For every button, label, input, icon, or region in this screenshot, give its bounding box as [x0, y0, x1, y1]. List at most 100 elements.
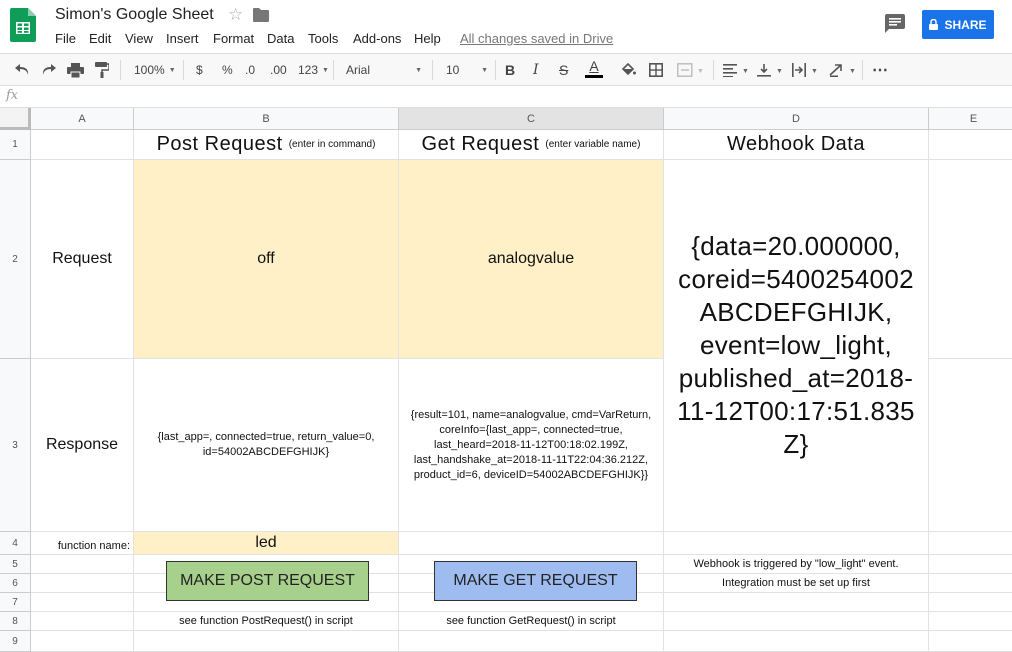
column-header-c[interactable]: C [399, 108, 664, 130]
sheets-logo-icon[interactable] [10, 8, 36, 42]
menu-help[interactable]: Help [414, 31, 441, 46]
formula-input[interactable] [28, 87, 1008, 106]
make-get-request-button[interactable]: MAKE GET REQUEST [434, 561, 637, 601]
cell-a9[interactable] [31, 631, 134, 652]
row-header-7[interactable]: 7 [0, 593, 31, 612]
zoom-select[interactable]: 100% ▼ [134, 61, 176, 79]
cell-d5[interactable]: Webhook is triggered by "low_light" even… [664, 555, 929, 574]
cell-b1[interactable]: Post Request (enter in command) [134, 130, 399, 160]
cell-e5[interactable] [929, 555, 1012, 574]
folder-icon[interactable] [253, 8, 269, 22]
menu-insert[interactable]: Insert [166, 31, 199, 46]
menu-view[interactable]: View [125, 31, 153, 46]
row-header-3[interactable]: 3 [0, 359, 31, 532]
cell-d6[interactable]: Integration must be set up first [664, 574, 929, 593]
merge-cells-icon[interactable]: ▼ [677, 61, 703, 79]
cell-d7[interactable] [664, 593, 929, 612]
comments-icon[interactable] [885, 14, 905, 33]
row-header-2[interactable]: 2 [0, 160, 31, 359]
text-rotation-icon[interactable]: ▼ [828, 61, 856, 79]
cell-c3[interactable]: {result=101, name=analogvalue, cmd=VarRe… [399, 359, 664, 532]
borders-icon[interactable] [649, 61, 663, 79]
cell-a2[interactable]: Request [31, 160, 134, 359]
cell-c8[interactable]: see function GetRequest() in script [399, 612, 664, 631]
cell-c9[interactable] [399, 631, 664, 652]
cell-c2[interactable]: analogvalue [399, 160, 664, 359]
menu-addons[interactable]: Add-ons [353, 31, 401, 46]
bold-button[interactable]: B [505, 61, 515, 79]
currency-format-button[interactable]: $ [196, 61, 203, 79]
share-button[interactable]: SHARE [922, 10, 994, 39]
text-color-button[interactable]: A [584, 58, 604, 82]
cell-c4[interactable] [399, 532, 664, 555]
row-header-8[interactable]: 8 [0, 612, 31, 631]
cell-d1[interactable]: Webhook Data [664, 130, 929, 160]
column-header-a[interactable]: A [31, 108, 134, 130]
star-icon[interactable]: ☆ [228, 5, 243, 25]
menu-file[interactable]: File [55, 31, 76, 46]
fill-color-icon[interactable] [620, 61, 636, 79]
decrease-decimal-button[interactable]: .0 [245, 61, 255, 79]
row-header-6[interactable]: 6 [0, 574, 31, 593]
row-header-1[interactable]: 1 [0, 130, 31, 160]
cell-b2[interactable]: off [134, 160, 399, 359]
cell-e1[interactable] [929, 130, 1012, 160]
cell-e3[interactable] [929, 359, 1012, 532]
align-vertical-icon[interactable]: ▼ [757, 61, 783, 79]
menu-tools[interactable]: Tools [308, 31, 338, 46]
more-formats-select[interactable]: 123 ▼ [298, 61, 329, 79]
cell-b9[interactable] [134, 631, 399, 652]
menu-edit[interactable]: Edit [89, 31, 111, 46]
cell-a1[interactable] [31, 130, 134, 160]
cell-a4[interactable]: function name: [31, 532, 134, 555]
strikethrough-button[interactable]: S [559, 61, 568, 79]
column-header-d[interactable]: D [664, 108, 929, 130]
row-header-5[interactable]: 5 [0, 555, 31, 574]
column-header-e[interactable]: E [929, 108, 1012, 130]
cell-e4[interactable] [929, 532, 1012, 555]
cell-e9[interactable] [929, 631, 1012, 652]
column-header-b[interactable]: B [134, 108, 399, 130]
italic-button[interactable]: I [533, 61, 539, 79]
paint-format-icon[interactable] [95, 61, 109, 79]
cell-e8[interactable] [929, 612, 1012, 631]
cell-d4[interactable] [664, 532, 929, 555]
cell-e6[interactable] [929, 574, 1012, 593]
undo-icon[interactable] [14, 61, 30, 79]
cell-d9[interactable] [664, 631, 929, 652]
cell-a6[interactable] [31, 574, 134, 593]
percent-format-button[interactable]: % [222, 61, 233, 79]
increase-decimal-button[interactable]: .00 [270, 61, 287, 79]
text-wrap-icon[interactable]: ▼ [792, 61, 818, 79]
print-icon[interactable] [67, 61, 84, 79]
menu-format[interactable]: Format [213, 31, 254, 46]
select-all-corner[interactable] [0, 108, 31, 130]
font-select[interactable]: Arial ▼ [346, 61, 422, 79]
document-title[interactable]: Simon's Google Sheet [55, 6, 214, 24]
cell-b8[interactable]: see function PostRequest() in script [134, 612, 399, 631]
cell-d8[interactable] [664, 612, 929, 631]
spreadsheet-grid: A B C D E 1 2 3 4 5 6 7 8 9 Post Request… [0, 108, 1012, 652]
menu-data[interactable]: Data [267, 31, 294, 46]
font-value: Arial [346, 63, 371, 77]
make-post-request-button[interactable]: MAKE POST REQUEST [166, 561, 369, 601]
cell-a8[interactable] [31, 612, 134, 631]
more-options-icon[interactable]: ⋯ [872, 61, 888, 79]
cell-c1[interactable]: Get Request (enter variable name) [399, 130, 664, 160]
font-size-select[interactable]: 10 ▼ [446, 61, 488, 79]
row-header-9[interactable]: 9 [0, 631, 31, 652]
cell-a5[interactable] [31, 555, 134, 574]
cell-b3[interactable]: {last_app=, connected=true, return_value… [134, 359, 399, 532]
cell-a3[interactable]: Response [31, 359, 134, 532]
cell-b4[interactable]: led [134, 532, 399, 555]
align-horizontal-icon[interactable]: ▼ [723, 61, 749, 79]
row-header-4[interactable]: 4 [0, 532, 31, 555]
cell-a7[interactable] [31, 593, 134, 612]
chevron-down-icon: ▼ [415, 66, 422, 74]
font-size-value: 10 [446, 63, 460, 77]
cell-d2-webhook-data[interactable]: {data=20.000000, coreid=5400254002 ABCDE… [664, 160, 929, 532]
save-status-link[interactable]: All changes saved in Drive [460, 31, 613, 46]
cell-e2[interactable] [929, 160, 1012, 359]
cell-e7[interactable] [929, 593, 1012, 612]
redo-icon[interactable] [41, 61, 57, 79]
